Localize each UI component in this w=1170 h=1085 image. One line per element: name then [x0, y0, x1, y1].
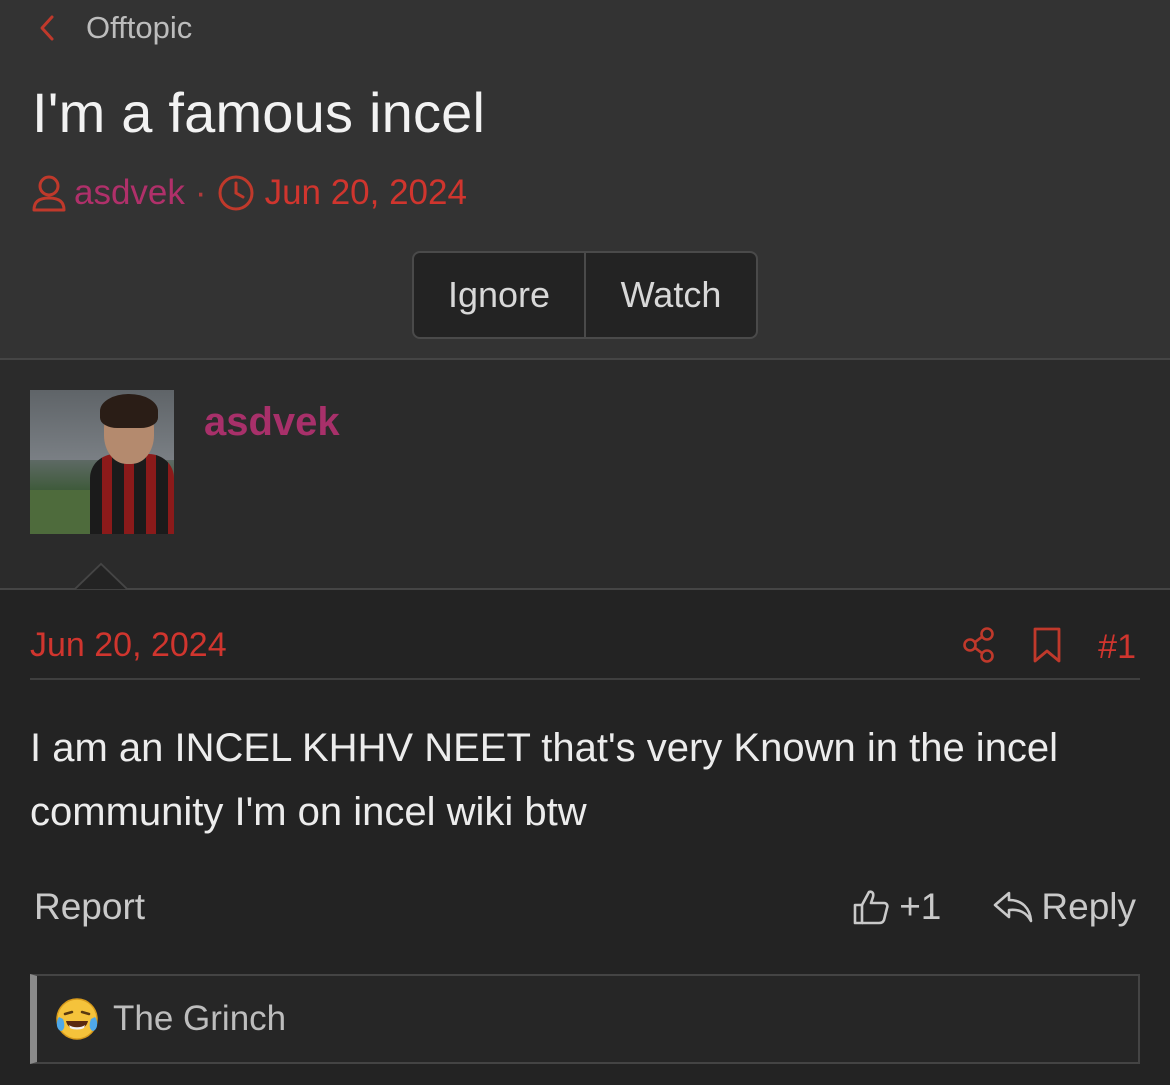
reply-label: Reply — [1041, 886, 1136, 927]
reactor-name[interactable]: The Grinch — [113, 999, 286, 1039]
post-number[interactable]: #1 — [1098, 628, 1136, 667]
thread-author-link[interactable]: asdvek — [74, 173, 185, 213]
thread-meta: asdvek · Jun 20, 2024 — [30, 173, 467, 213]
share-icon[interactable] — [962, 626, 996, 669]
post: Jun 20, 2024 #1 I am an INCEL KHHV NEET … — [0, 562, 1170, 1085]
post-author-block: asdvek — [0, 360, 1170, 588]
clock-icon — [217, 174, 255, 212]
post-body: I am an INCEL KHHV NEET that's very Know… — [30, 726, 1059, 834]
post-date[interactable]: Jun 20, 2024 — [30, 626, 227, 665]
chevron-left-icon — [40, 15, 54, 41]
reply-icon — [994, 891, 1033, 923]
thread-page: Offtopic I'm a famous incel asdvek · Jun… — [0, 0, 1170, 1085]
bookmark-icon[interactable] — [1032, 626, 1062, 669]
thread-title: I'm a famous incel — [32, 81, 486, 144]
like-count: +1 — [899, 886, 942, 927]
thumbs-up-icon — [853, 890, 889, 925]
post-pointer — [74, 562, 128, 590]
breadcrumb[interactable]: Offtopic — [38, 10, 192, 46]
post-reactions: +1 Reply — [851, 886, 1136, 928]
reaction-summary[interactable]: The Grinch — [30, 974, 1140, 1064]
user-icon — [30, 173, 68, 213]
avatar[interactable] — [30, 390, 174, 534]
thread-header: Offtopic I'm a famous incel asdvek · Jun… — [0, 0, 1170, 360]
thread-button-group: Ignore Watch — [412, 251, 758, 339]
post-author-name[interactable]: asdvek — [204, 400, 340, 445]
post-footer: Report +1 Reply — [34, 882, 1136, 932]
breadcrumb-label[interactable]: Offtopic — [86, 10, 192, 46]
laughing-crying-emoji-icon — [56, 998, 98, 1040]
ignore-button[interactable]: Ignore — [414, 253, 584, 337]
thread-date[interactable]: Jun 20, 2024 — [265, 173, 467, 213]
like-button[interactable]: +1 — [851, 886, 941, 928]
meta-separator: · — [194, 173, 207, 212]
report-button[interactable]: Report — [34, 886, 145, 928]
watch-button[interactable]: Watch — [584, 253, 756, 337]
post-actions: #1 — [962, 626, 1136, 669]
post-header: Jun 20, 2024 #1 — [30, 626, 1140, 680]
reply-button[interactable]: Reply — [991, 886, 1136, 928]
